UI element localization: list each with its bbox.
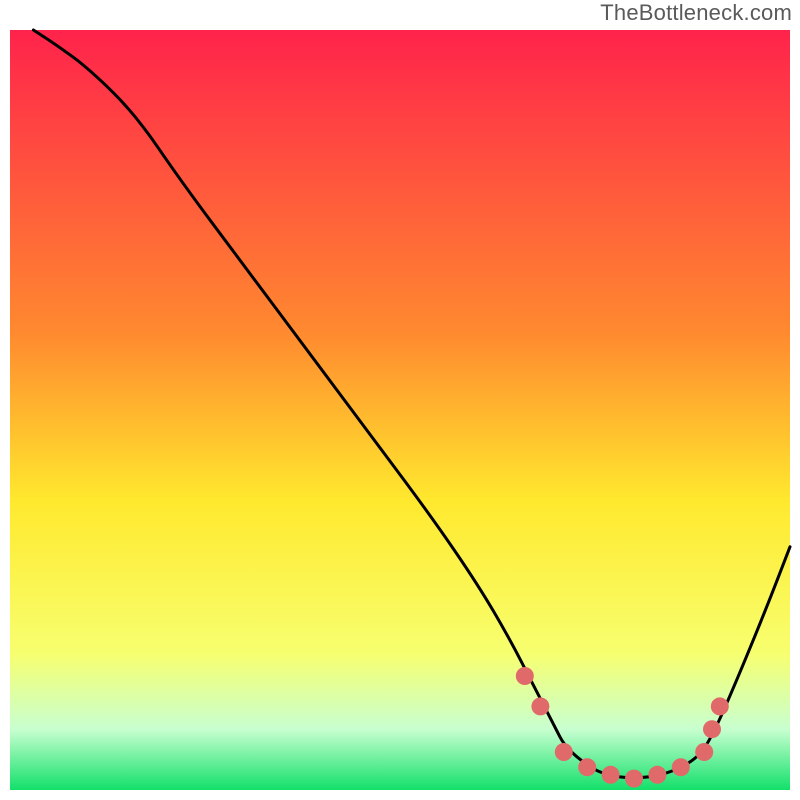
valley-marker bbox=[703, 720, 721, 738]
valley-marker bbox=[711, 697, 729, 715]
valley-marker bbox=[602, 766, 620, 784]
valley-marker bbox=[578, 758, 596, 776]
valley-marker bbox=[672, 758, 690, 776]
valley-marker bbox=[695, 743, 713, 761]
valley-marker bbox=[516, 667, 534, 685]
valley-marker bbox=[648, 766, 666, 784]
valley-marker bbox=[531, 697, 549, 715]
valley-marker bbox=[555, 743, 573, 761]
valley-marker bbox=[625, 770, 643, 788]
plot-background bbox=[10, 30, 790, 790]
watermark-label: TheBottleneck.com bbox=[600, 0, 792, 26]
chart-stage: TheBottleneck.com bbox=[0, 0, 800, 800]
bottleneck-chart bbox=[0, 0, 800, 800]
